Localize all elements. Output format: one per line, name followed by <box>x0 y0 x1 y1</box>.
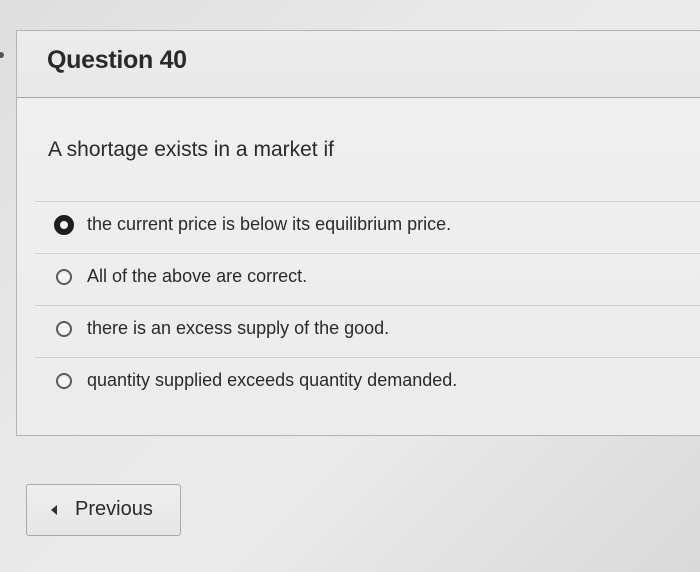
answer-option-label: All of the above are correct. <box>87 266 308 286</box>
answer-option-label: there is an excess supply of the good. <box>87 318 390 338</box>
radio-unselected-icon[interactable] <box>56 269 72 285</box>
answer-option-label: the current price is below its equilibri… <box>87 214 452 234</box>
answer-options: the current price is below its equilibri… <box>35 201 700 409</box>
radio-unselected-icon[interactable] <box>56 321 72 337</box>
answer-option[interactable]: All of the above are correct. <box>35 253 700 305</box>
question-card: Question 40 A shortage exists in a marke… <box>16 30 700 436</box>
caret-left-icon <box>51 505 57 515</box>
question-title: Question 40 <box>47 46 187 74</box>
radio-selected-icon[interactable] <box>54 215 74 235</box>
previous-button[interactable]: Previous <box>26 484 181 536</box>
previous-button-label: Previous <box>75 498 153 520</box>
answer-option[interactable]: the current price is below its equilibri… <box>35 201 700 253</box>
question-header: Question 40 <box>17 31 700 98</box>
answer-option[interactable]: there is an excess supply of the good. <box>35 305 700 357</box>
answer-option-label: quantity supplied exceeds quantity deman… <box>87 370 458 390</box>
question-text: A shortage exists in a market if <box>48 138 334 161</box>
answer-option[interactable]: quantity supplied exceeds quantity deman… <box>35 357 700 409</box>
radio-unselected-icon[interactable] <box>56 373 72 389</box>
edge-marker <box>0 52 4 58</box>
